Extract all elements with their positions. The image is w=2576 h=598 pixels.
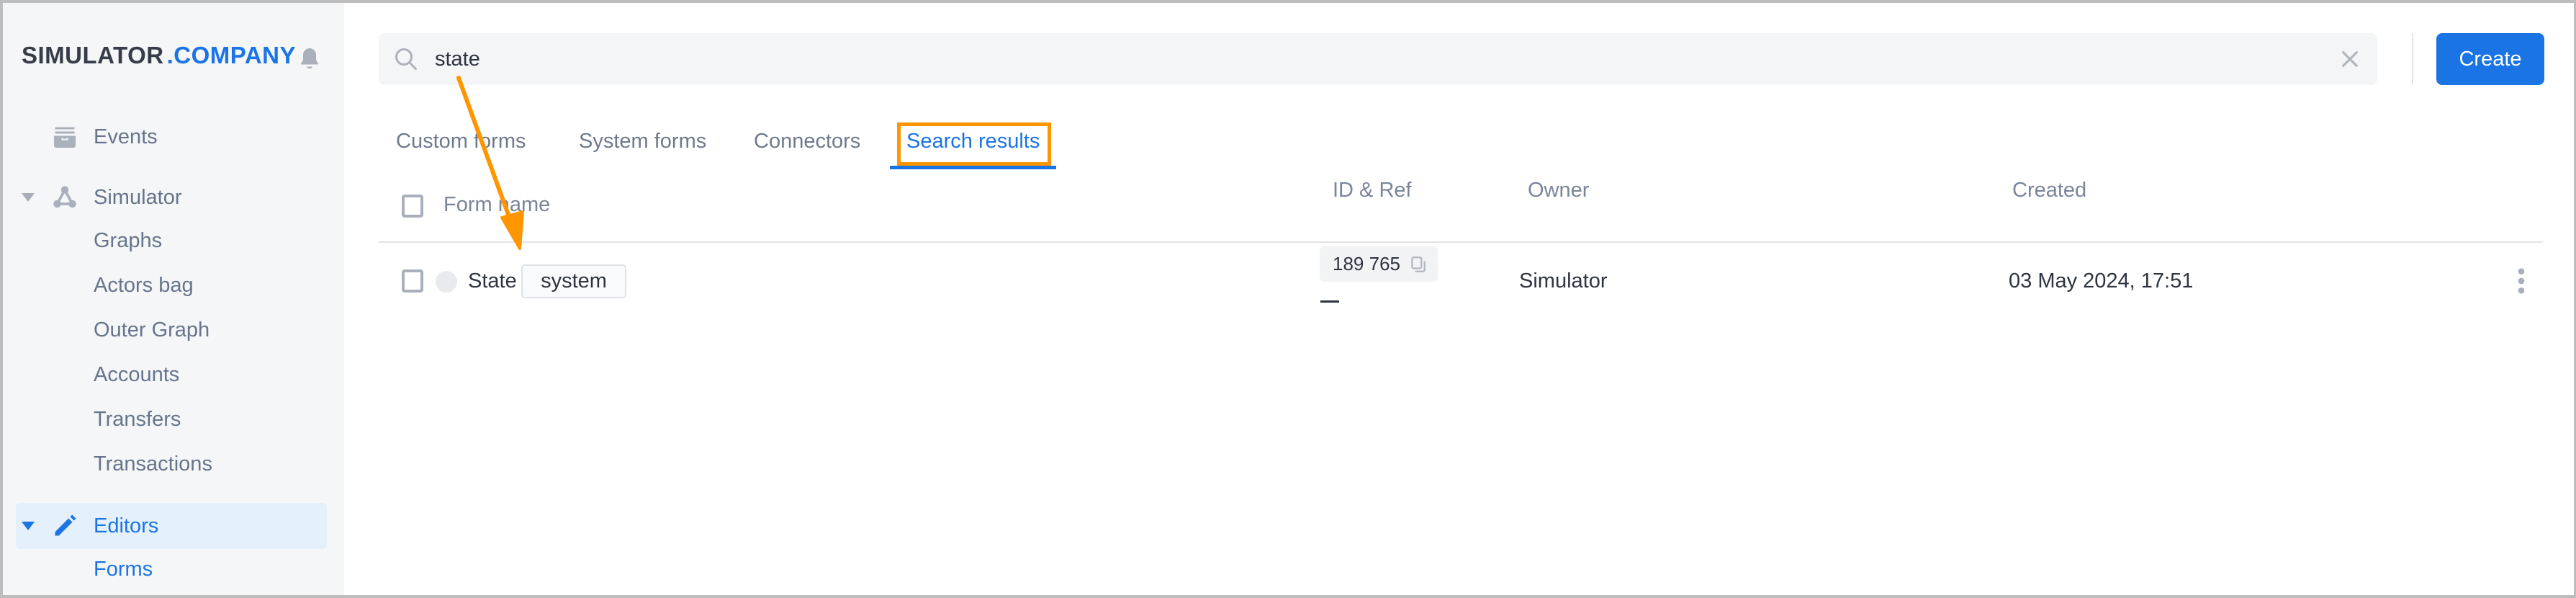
sidebar-item-simulator[interactable]: Simulator <box>0 177 344 218</box>
sidebar-item-label: Editors <box>94 514 159 537</box>
search-icon <box>395 48 417 70</box>
caret-down-icon[interactable] <box>22 522 35 530</box>
sidebar-subitem-accounts[interactable]: Accounts <box>94 363 179 387</box>
sidebar-item-label: Events <box>94 125 158 148</box>
tab-custom-forms[interactable]: Custom forms <box>396 130 526 153</box>
archive-icon <box>54 127 76 148</box>
bell-icon[interactable] <box>297 46 323 72</box>
brand-domain: .COMPANY <box>166 42 297 68</box>
search-input[interactable] <box>435 33 2307 85</box>
ref-empty-dash <box>1320 300 1339 303</box>
column-header-form-name[interactable]: Form name <box>443 193 550 217</box>
sidebar-item-label: Simulator <box>94 185 182 209</box>
form-name[interactable]: State <box>468 269 517 293</box>
created-date: 03 May 2024, 17:51 <box>2009 269 2194 293</box>
status-indicator <box>436 271 457 293</box>
create-button[interactable]: Create <box>2436 33 2544 85</box>
window-frame <box>0 0 2576 598</box>
search-bar <box>379 33 2377 85</box>
header-divider <box>379 241 2543 243</box>
clear-search-icon[interactable] <box>2338 48 2361 71</box>
sidebar-subitem-forms[interactable]: Forms <box>94 558 153 581</box>
sidebar: SIMULATOR .COMPANY Events Simulator Graph… <box>0 0 344 598</box>
toolbar-divider <box>2412 33 2413 85</box>
form-id: 189 765 <box>1333 253 1400 275</box>
pencil-icon <box>55 514 76 536</box>
copy-icon[interactable] <box>1409 255 1428 274</box>
row-checkbox[interactable] <box>402 269 423 293</box>
sidebar-subitem-graphs[interactable]: Graphs <box>94 229 162 253</box>
form-id-badge[interactable]: 189 765 <box>1320 246 1438 282</box>
tab-connectors[interactable]: Connectors <box>754 130 860 153</box>
sidebar-subitem-transactions[interactable]: Transactions <box>94 452 212 476</box>
brand-name: SIMULATOR <box>22 42 164 68</box>
sidebar-subitem-actors-bag[interactable]: Actors bag <box>94 274 194 298</box>
column-header-id-ref[interactable]: ID & Ref <box>1333 179 1412 202</box>
system-tag: system <box>521 264 626 298</box>
sidebar-subitem-outer-graph[interactable]: Outer Graph <box>94 318 210 342</box>
more-options-icon[interactable] <box>2513 267 2530 295</box>
brand-logo[interactable]: SIMULATOR .COMPANY <box>22 42 296 69</box>
column-header-created[interactable]: Created <box>2012 179 2086 202</box>
sidebar-item-editors[interactable]: Editors <box>16 503 327 549</box>
sidebar-subitem-transfers[interactable]: Transfers <box>94 408 181 432</box>
column-header-owner[interactable]: Owner <box>1528 179 1589 202</box>
sidebar-item-events[interactable]: Events <box>0 117 344 157</box>
graph-nodes-icon <box>53 186 76 208</box>
annotation-arrow <box>456 76 524 250</box>
caret-down-icon[interactable] <box>22 193 35 202</box>
tab-system-forms[interactable]: System forms <box>579 130 706 153</box>
tab-search-results[interactable]: Search results <box>906 130 1040 153</box>
owner: Simulator <box>1519 269 1608 293</box>
select-all-checkbox[interactable] <box>402 195 423 218</box>
active-tab-indicator <box>890 166 1056 169</box>
